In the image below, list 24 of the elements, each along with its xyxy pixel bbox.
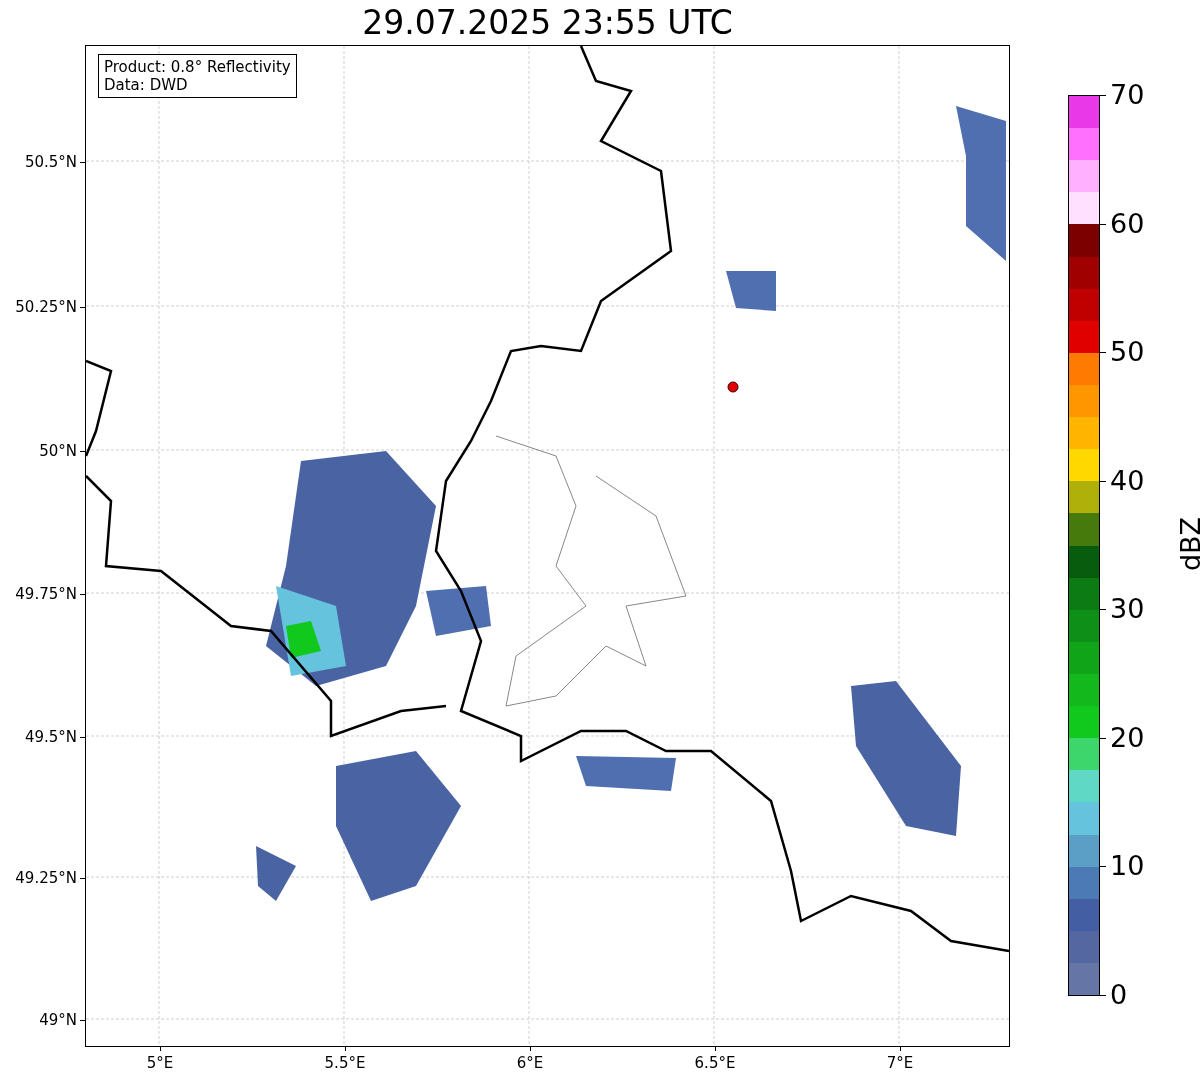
colorbar-tick-label: 50 xyxy=(1110,337,1145,368)
info-text: Product: 0.8° Reflectivity xyxy=(104,58,291,76)
y-tick-label: 49°N xyxy=(39,1011,77,1029)
y-tick-label: 49.75°N xyxy=(15,585,77,603)
y-tick-label: 49.25°N xyxy=(15,869,77,887)
colorbar-tick-label: 20 xyxy=(1110,722,1145,753)
colorbar-tick-label: 0 xyxy=(1110,980,1128,1010)
colorbar-tick-label: 30 xyxy=(1110,594,1145,625)
info-text: Data: DWD xyxy=(104,76,189,94)
x-tick-label: 5°E xyxy=(146,1054,174,1072)
colorbar-label: dBZ xyxy=(1176,516,1202,572)
plot-title: 29.07.2025 23:55 UTC xyxy=(361,2,734,44)
colorbar-tick-label: 60 xyxy=(1110,208,1145,239)
y-tick-label: 50.25°N xyxy=(15,298,77,316)
x-tick-label: 5.5°E xyxy=(324,1054,366,1072)
y-tick-label: 50°N xyxy=(39,442,77,460)
colorbar-tick-label: 10 xyxy=(1110,851,1145,882)
y-tick-label: 50.5°N xyxy=(24,153,77,171)
x-tick-label: 6.5°E xyxy=(694,1054,736,1072)
x-tick-label: 7°E xyxy=(886,1054,914,1072)
y-tick-label: 49.5°N xyxy=(24,728,77,746)
colorbar-tick-label: 70 xyxy=(1110,80,1145,110)
x-tick-label: 6°E xyxy=(516,1054,544,1072)
colorbar-tick-label: 40 xyxy=(1110,465,1145,496)
